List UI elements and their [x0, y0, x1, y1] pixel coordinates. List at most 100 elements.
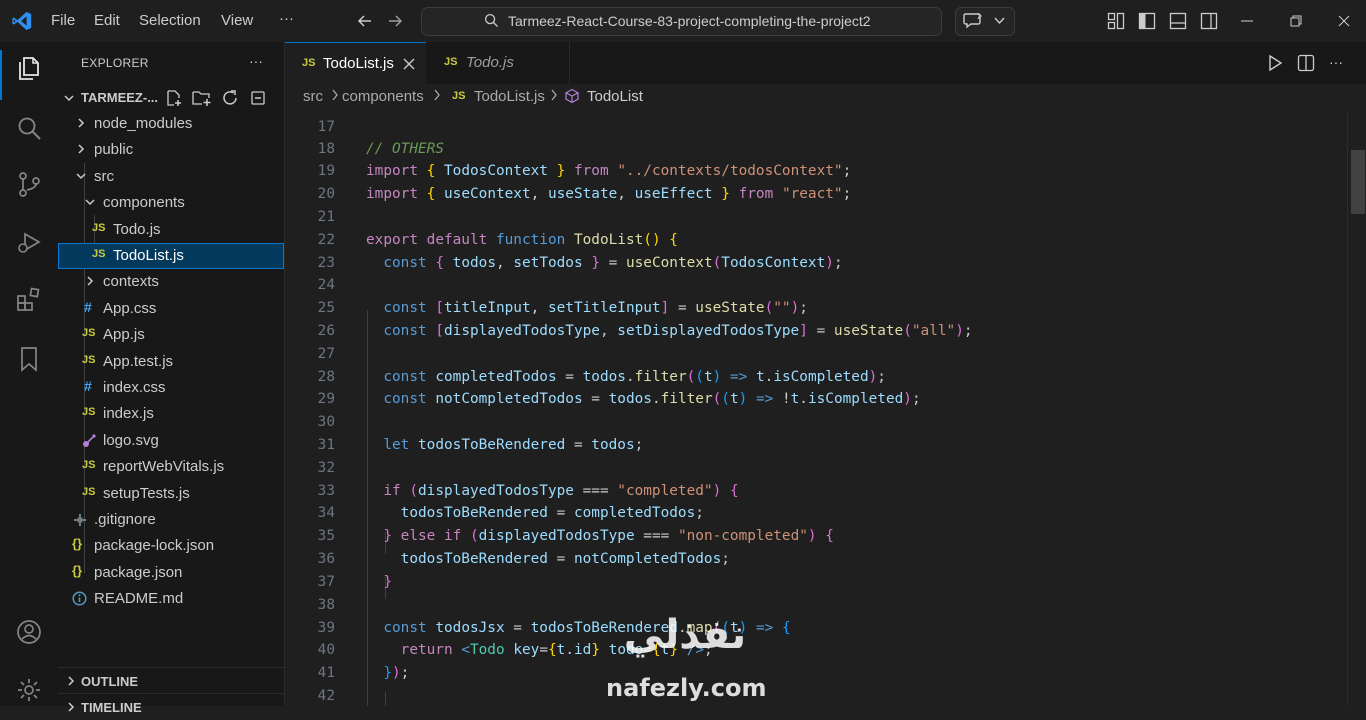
editor-scrollbar[interactable]	[1347, 112, 1366, 706]
tree-file-todolist-js[interactable]: JS TodoList.js	[58, 243, 284, 269]
line-number: 24	[317, 277, 335, 293]
editor-more-button[interactable]: ···	[1329, 54, 1343, 70]
active-indicator	[0, 50, 2, 100]
back-arrow-icon[interactable]	[356, 13, 373, 29]
code-token: "completed"	[617, 483, 713, 499]
tree-label: contexts	[103, 273, 159, 290]
title-bar: File Edit Selection View ··· Tarmeez-Rea…	[0, 0, 1366, 42]
toggle-primary-sidebar-icon[interactable]	[1138, 12, 1156, 30]
line-number: 41	[317, 665, 335, 681]
account-icon[interactable]	[15, 618, 43, 646]
workspace-root[interactable]: TARMEEZ-...	[58, 86, 284, 110]
tree-file-todo-js[interactable]: JS Todo.js	[58, 217, 284, 243]
command-center-search[interactable]: Tarmeez-React-Course-83-project-completi…	[421, 7, 942, 36]
menu-file[interactable]: File	[51, 12, 75, 29]
tree-folder-src[interactable]: src	[58, 164, 284, 190]
tree-file-app-css[interactable]: # App.css	[58, 296, 284, 322]
watermark-arabic: نفذلي	[623, 612, 747, 658]
breadcrumb-file[interactable]: TodoList.js	[474, 88, 545, 105]
line-number: 22	[317, 232, 335, 248]
breadcrumb-components[interactable]: components	[342, 88, 424, 105]
toggle-secondary-sidebar-icon[interactable]	[1200, 12, 1218, 30]
code-token: completedTodos	[573, 505, 696, 521]
tab-label: Todo.js	[466, 54, 514, 71]
minimize-icon[interactable]	[1241, 20, 1253, 22]
explorer-more-button[interactable]: ···	[249, 53, 263, 69]
tree-folder-node-modules[interactable]: node_modules	[58, 111, 284, 137]
search-view-icon[interactable]	[15, 114, 43, 142]
tab-todo-js[interactable]: JS Todo.js	[427, 42, 570, 84]
tree-file-logo-svg[interactable]: logo.svg	[58, 428, 284, 454]
timeline-section[interactable]: TIMELINE	[58, 693, 284, 720]
menu-view[interactable]: View	[221, 12, 253, 29]
close-tab-icon[interactable]	[403, 58, 415, 70]
code-token: const	[383, 323, 427, 339]
split-editor-icon[interactable]	[1297, 54, 1315, 72]
extensions-icon[interactable]	[15, 286, 43, 314]
tree-file-index-js[interactable]: JS index.js	[58, 401, 284, 427]
code-token: isCompleted	[807, 391, 904, 407]
chevron-down-icon	[76, 171, 86, 181]
code-token: else	[400, 528, 436, 544]
breadcrumb-symbol[interactable]: TodoList	[587, 88, 643, 105]
refresh-icon[interactable]	[221, 89, 239, 107]
scroll-thumb[interactable]	[1351, 150, 1365, 214]
new-folder-icon[interactable]	[192, 89, 212, 107]
settings-gear-icon[interactable]	[15, 676, 43, 704]
tree-folder-public[interactable]: public	[58, 137, 284, 163]
line-number: 21	[317, 209, 335, 225]
run-debug-icon[interactable]	[15, 228, 43, 256]
line-number: 26	[317, 323, 335, 339]
tab-todolist-js[interactable]: JS TodoList.js	[285, 42, 426, 84]
code-token: "../contexts/todosContext"	[617, 163, 843, 179]
tree-file-reportwebvitals-js[interactable]: JS reportWebVitals.js	[58, 454, 284, 480]
tree-file-app-test-js[interactable]: JS App.test.js	[58, 349, 284, 375]
breadcrumb-separator-icon	[550, 89, 558, 101]
tree-label: App.js	[103, 326, 145, 343]
tree-file-setuptests-js[interactable]: JS setupTests.js	[58, 481, 284, 507]
code-token: displayedTodosType	[418, 483, 574, 499]
tree-file-gitignore[interactable]: .gitignore	[58, 507, 284, 533]
code-token: if	[444, 528, 462, 544]
code-line: 28 const completedTodos = todos.filter((…	[285, 366, 1347, 388]
tree-file-index-css[interactable]: # index.css	[58, 375, 284, 401]
line-number: 19	[317, 163, 335, 179]
code-token: isCompleted	[773, 369, 869, 385]
collapse-all-icon[interactable]	[249, 89, 267, 107]
breadcrumb-src[interactable]: src	[303, 88, 323, 105]
code-token: todos	[591, 437, 635, 453]
tree-folder-components[interactable]: components	[58, 190, 284, 216]
tree-label: package-lock.json	[94, 537, 215, 554]
outline-section[interactable]: OUTLINE	[58, 667, 284, 694]
forward-arrow-icon[interactable]	[387, 13, 404, 29]
close-window-icon[interactable]	[1338, 15, 1350, 27]
code-token: todos	[608, 391, 652, 407]
line-number: 17	[317, 119, 335, 135]
tree-file-package-lock-json[interactable]: {} package-lock.json	[58, 533, 284, 559]
menu-more[interactable]: ···	[279, 10, 294, 27]
code-token: let	[383, 437, 410, 453]
toggle-panel-icon[interactable]	[1169, 12, 1187, 30]
tree-label: .gitignore	[94, 511, 156, 528]
code-token: t	[790, 391, 800, 407]
code-editor[interactable]: 17 18// OTHERS 19 import { TodosContext }…	[285, 112, 1347, 706]
copilot-button[interactable]	[955, 7, 1015, 36]
tree-file-package-json[interactable]: {} package.json	[58, 560, 284, 586]
tree-file-app-js[interactable]: JS App.js	[58, 322, 284, 348]
new-file-icon[interactable]	[165, 89, 183, 107]
menu-selection[interactable]: Selection	[139, 12, 201, 29]
run-icon[interactable]	[1266, 54, 1284, 72]
chevron-down-icon	[994, 16, 1005, 25]
code-token: function	[495, 232, 566, 248]
line-number: 40	[317, 642, 335, 658]
line-number: 25	[317, 300, 335, 316]
menu-edit[interactable]: Edit	[94, 12, 120, 29]
tree-file-readme-md[interactable]: README.md	[58, 586, 284, 612]
source-control-icon[interactable]	[15, 170, 43, 198]
tree-folder-contexts[interactable]: contexts	[58, 269, 284, 295]
code-token: useContext	[625, 255, 713, 271]
bookmark-icon[interactable]	[15, 345, 43, 373]
explorer-files-icon[interactable]	[15, 54, 43, 82]
customize-layout-icon[interactable]	[1107, 12, 1125, 30]
restore-icon[interactable]	[1290, 15, 1302, 27]
